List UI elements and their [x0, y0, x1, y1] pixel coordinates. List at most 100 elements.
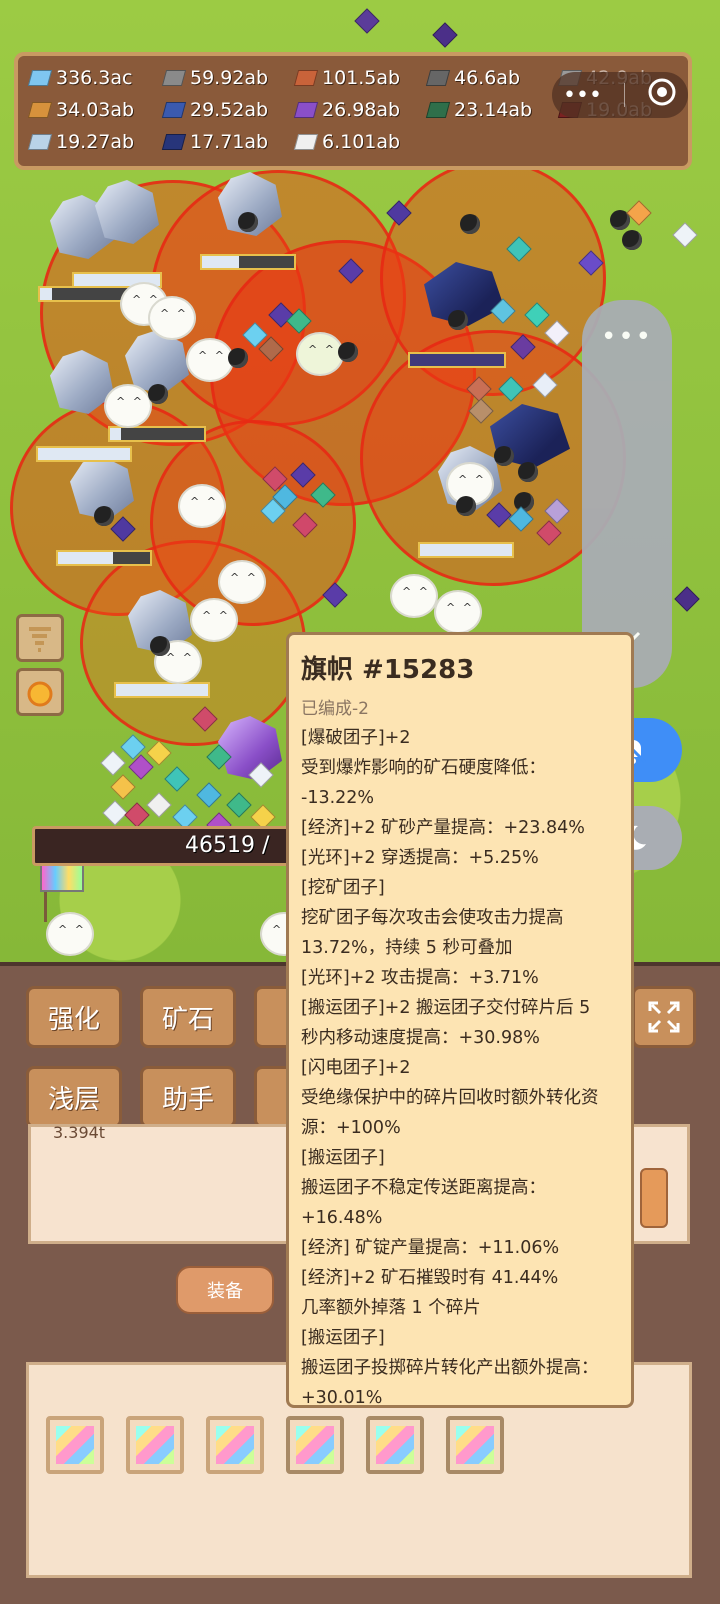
ore-fragment	[110, 774, 136, 800]
flag-slot-selected[interactable]	[286, 1416, 344, 1474]
ore-hp-bar	[36, 446, 132, 462]
tooltip-line: 秒内移动速度提高：+30.98%	[301, 1028, 540, 1048]
tooltip-line: [爆破团子]+2	[301, 728, 411, 748]
ore-fragment	[146, 740, 172, 766]
tooltip-line: 受绝缘保护中的碎片回收时额外转化资	[301, 1088, 599, 1108]
bomb	[148, 384, 168, 404]
tooltip-line: [挖矿团子]	[301, 878, 385, 898]
white-ingot-icon	[293, 134, 319, 150]
skill-slot-fire[interactable]	[16, 668, 64, 716]
tooltip-line: [经济]+2 矿石摧毁时有 41.44%	[301, 1268, 559, 1288]
dango-character	[186, 338, 234, 382]
purple-ingot-icon	[293, 102, 319, 118]
tooltip-subtitle: 已编成-2	[301, 699, 369, 719]
resource-amount: 59.92ab	[190, 67, 269, 89]
dango-character	[148, 296, 196, 340]
resource-item: 23.14ab	[425, 96, 532, 124]
flag-slot-selected[interactable]	[366, 1416, 424, 1474]
tooltip-line: [光环]+2 穿透提高：+5.25%	[301, 848, 539, 868]
resource-amount: 336.3ac	[56, 67, 133, 89]
ore-fragment	[354, 8, 380, 34]
tooltip-line: [经济]+2 矿砂产量提高：+23.84%	[301, 818, 585, 838]
bomb	[238, 212, 258, 232]
resource-item: 336.3ac	[27, 64, 133, 92]
resource-item: 34.03ab	[27, 96, 135, 124]
dango-character	[46, 912, 94, 956]
ore-hp-bar	[114, 682, 210, 698]
bomb	[228, 348, 248, 368]
resource-item: 26.98ab	[293, 96, 401, 124]
dango-character	[434, 590, 482, 634]
side-action-button[interactable]	[640, 1168, 668, 1228]
tab-upgrade[interactable]: 强化	[26, 986, 122, 1048]
tooltip-line: [闪电团子]+2	[301, 1058, 411, 1078]
tooltip-line: +30.01%	[301, 1388, 383, 1408]
flag-slot[interactable]	[206, 1416, 264, 1474]
dango-character	[296, 332, 344, 376]
close-circle-icon[interactable]	[647, 77, 677, 113]
resource-amount: 6.101ab	[322, 131, 401, 153]
resource-item: 59.92ab	[161, 64, 269, 92]
ore-hp-bar	[408, 352, 506, 368]
resource-item: 19.27ab	[27, 128, 135, 156]
resource-item: 29.52ab	[161, 96, 268, 124]
resource-amount: 34.03ab	[56, 99, 135, 121]
tooltip-line: 搬运团子投掷碎片转化产出额外提高：	[301, 1358, 599, 1378]
resource-amount: 101.5ab	[322, 67, 401, 89]
bomb	[518, 462, 538, 482]
skill-slot-tornado[interactable]	[16, 614, 64, 662]
ore-fragment	[102, 800, 128, 826]
flag-slot-selected[interactable]	[446, 1416, 504, 1474]
tooltip-title: 旗帜 #15283	[301, 655, 475, 685]
ore-fragment	[164, 766, 190, 792]
bomb	[94, 506, 114, 526]
ore-fragment	[626, 200, 652, 226]
flag-slot[interactable]	[46, 1416, 104, 1474]
tornado-icon	[29, 627, 51, 652]
equip-button[interactable]: 装备	[176, 1266, 274, 1314]
bomb	[150, 636, 170, 656]
dark-ingot-icon	[425, 70, 451, 86]
more-dots-icon[interactable]: •••	[563, 83, 602, 108]
resource-item: 6.101ab	[293, 128, 401, 156]
fullscreen-button[interactable]	[632, 986, 696, 1048]
tab-ore[interactable]: 矿石	[140, 986, 236, 1048]
ore-fragment	[196, 782, 222, 808]
flag-slot[interactable]	[126, 1416, 184, 1474]
tooltip-line: 几率额外掉落 1 个碎片	[301, 1298, 481, 1318]
miniprogram-capsule: •••	[552, 72, 688, 118]
dango-character	[104, 384, 152, 428]
silver-ingot-icon	[27, 134, 53, 150]
ore-hp-bar	[418, 542, 514, 558]
green-ingot-icon	[425, 102, 451, 118]
tooltip-line: [搬运团子]	[301, 1148, 385, 1168]
tooltip-line: 挖矿团子每次攻击会使攻击力提高	[301, 908, 564, 928]
ore-hp-bar	[56, 550, 152, 566]
progress-text: 46519 /	[185, 833, 270, 858]
tab-shallow[interactable]: 浅层	[26, 1066, 122, 1128]
dango-character	[218, 560, 266, 604]
ore-fragment	[672, 222, 698, 248]
blue-ingot-icon	[161, 102, 187, 118]
bomb	[622, 230, 642, 250]
tooltip-line: -13.22%	[301, 788, 375, 808]
tab-assistant[interactable]: 助手	[140, 1066, 236, 1128]
ore-fragment	[146, 792, 172, 818]
tooltip-line: +16.48%	[301, 1208, 383, 1228]
resource-amount: 46.6ab	[454, 67, 521, 89]
dango-character	[178, 484, 226, 528]
fullscreen-icon	[648, 1001, 680, 1033]
dango-character	[190, 598, 238, 642]
tooltip-line: 源：+100%	[301, 1118, 401, 1138]
tooltip-line: [搬运团子]	[301, 1328, 385, 1348]
resource-amount: 26.98ab	[322, 99, 401, 121]
resource-amount: 19.27ab	[56, 131, 135, 153]
fire-ring-icon	[27, 681, 53, 707]
copper-ingot-icon	[293, 70, 319, 86]
gray-ingot-icon	[161, 70, 187, 86]
ore-hp-bar	[108, 426, 206, 442]
more-dots-icon[interactable]: •••	[582, 322, 672, 352]
tooltip-line: [光环]+2 攻击提高：+3.71%	[301, 968, 539, 988]
tooltip-line: [搬运团子]+2 搬运团子交付碎片后 5	[301, 998, 591, 1018]
resource-item: 101.5ab	[293, 64, 401, 92]
